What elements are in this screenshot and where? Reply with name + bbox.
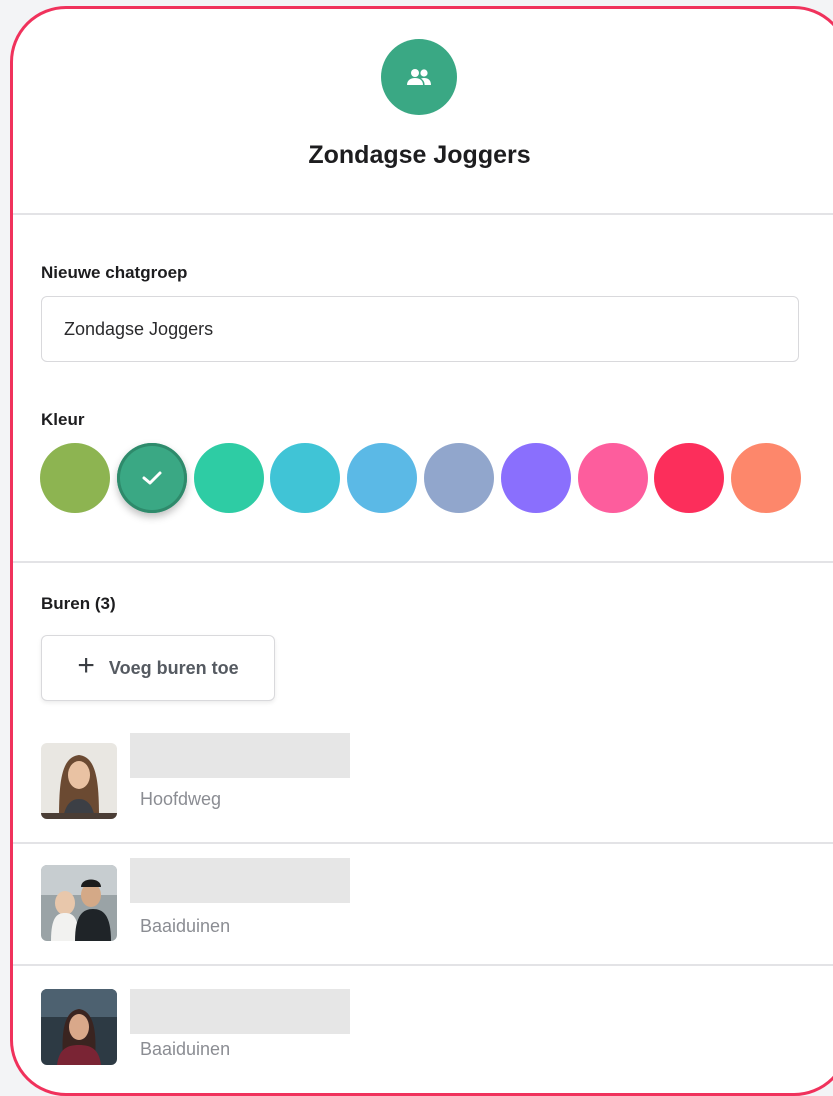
neighbour-street: Baaiduinen (140, 916, 231, 936)
neighbour-row[interactable]: Baaiduinen (13, 843, 833, 963)
color-swatch[interactable] (424, 443, 494, 513)
neighbour-name-placeholder (130, 858, 350, 903)
color-swatch[interactable] (117, 443, 187, 513)
color-swatch[interactable] (194, 443, 264, 513)
chat-group-name-input[interactable] (41, 296, 799, 362)
neighbour-street: Hoofdweg (140, 789, 222, 809)
neighbours-label: Buren (3) (41, 594, 116, 613)
add-neighbours-label: Voeg buren toe (108, 657, 239, 678)
color-swatch[interactable] (40, 443, 110, 513)
color-swatch[interactable] (654, 443, 724, 513)
group-title: Zondagse Joggers (308, 141, 531, 169)
neighbour-avatar (41, 989, 117, 1065)
neighbour-avatar (41, 865, 117, 941)
add-neighbours-button[interactable]: + Voeg buren toe (41, 635, 275, 701)
chat-group-name-label: Nieuwe chatgroep (41, 263, 188, 282)
color-swatch[interactable] (501, 443, 571, 513)
color-swatch[interactable] (270, 443, 340, 513)
checkmark-icon (142, 471, 162, 485)
neighbour-row[interactable]: Baaiduinen (13, 965, 833, 1085)
neighbour-street: Baaiduinen (140, 1039, 231, 1059)
group-icon (407, 69, 431, 85)
neighbour-name-placeholder (130, 733, 350, 778)
group-avatar (381, 39, 457, 115)
header-divider (13, 213, 833, 215)
group-settings-panel: Zondagse Joggers Nieuwe chatgroep Kleur … (10, 6, 833, 1096)
color-swatch[interactable] (578, 443, 648, 513)
plus-icon: + (77, 649, 95, 682)
color-swatch[interactable] (347, 443, 417, 513)
neighbour-row[interactable]: Hoofdweg (13, 719, 833, 839)
color-swatch[interactable] (731, 443, 801, 513)
color-divider (13, 561, 833, 563)
color-label: Kleur (41, 410, 85, 429)
neighbour-avatar (41, 743, 117, 819)
neighbour-name-placeholder (130, 989, 350, 1034)
